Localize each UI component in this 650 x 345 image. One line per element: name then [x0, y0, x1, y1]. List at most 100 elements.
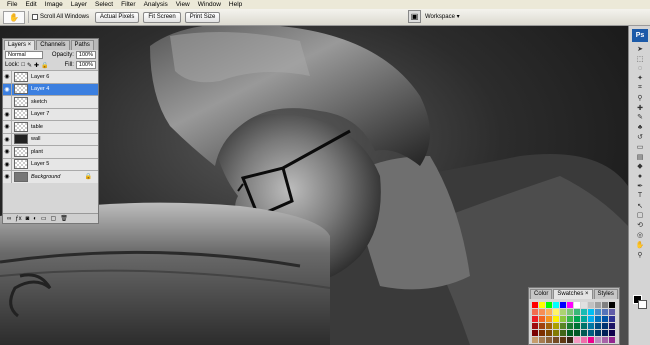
layer-row[interactable]: ◉ plant: [3, 145, 98, 158]
color-swatch[interactable]: [560, 316, 566, 322]
color-swatch[interactable]: [560, 309, 566, 315]
tab-swatches[interactable]: Swatches ×: [553, 289, 593, 299]
color-swatch[interactable]: [602, 302, 608, 308]
lock-transparency-icon[interactable]: □: [21, 62, 25, 68]
color-swatch[interactable]: [595, 323, 601, 329]
menu-file[interactable]: File: [3, 0, 21, 9]
3d-orbit-tool-icon[interactable]: ◎: [632, 230, 648, 240]
delete-layer-icon[interactable]: 🗑: [60, 215, 68, 222]
color-swatch[interactable]: [574, 330, 580, 336]
color-swatch[interactable]: [546, 323, 552, 329]
color-swatch[interactable]: [560, 323, 566, 329]
color-swatch[interactable]: [609, 316, 615, 322]
color-swatch[interactable]: [574, 323, 580, 329]
layer-row[interactable]: ◉ Background 🔒: [3, 170, 98, 183]
color-swatch[interactable]: [574, 337, 580, 343]
lock-image-icon[interactable]: ✎: [27, 62, 32, 69]
color-swatch[interactable]: [546, 330, 552, 336]
clone-stamp-tool-icon[interactable]: ♣: [632, 122, 648, 132]
color-swatch[interactable]: [588, 330, 594, 336]
visibility-off-slot[interactable]: [3, 96, 12, 108]
color-swatch[interactable]: [602, 323, 608, 329]
lock-all-icon[interactable]: 🔒: [41, 62, 48, 69]
move-tool-icon[interactable]: ➤: [632, 44, 648, 54]
color-swatch[interactable]: [588, 302, 594, 308]
color-swatch[interactable]: [609, 309, 615, 315]
workspace-menu[interactable]: Workspace ▾: [425, 13, 460, 20]
layer-row[interactable]: ◉ table: [3, 120, 98, 133]
color-swatch[interactable]: [595, 302, 601, 308]
color-swatch[interactable]: [553, 302, 559, 308]
history-brush-tool-icon[interactable]: ↺: [632, 132, 648, 142]
tab-color[interactable]: Color: [530, 289, 553, 299]
color-swatch[interactable]: [581, 309, 587, 315]
color-swatch[interactable]: [602, 309, 608, 315]
color-swatch[interactable]: [539, 323, 545, 329]
color-swatch[interactable]: [602, 330, 608, 336]
quick-select-tool-icon[interactable]: ✦: [632, 73, 648, 83]
color-swatch[interactable]: [574, 302, 580, 308]
color-swatch[interactable]: [602, 316, 608, 322]
layer-row[interactable]: ◉ Layer 7: [3, 107, 98, 120]
color-swatch[interactable]: [595, 330, 601, 336]
actual-pixels-button[interactable]: Actual Pixels: [95, 11, 140, 23]
hand-tool-icon[interactable]: ✋: [632, 240, 648, 250]
layer-row[interactable]: ◉ Layer 5: [3, 157, 98, 170]
color-swatch[interactable]: [581, 330, 587, 336]
color-swatch[interactable]: [553, 316, 559, 322]
eraser-tool-icon[interactable]: ▭: [632, 142, 648, 152]
color-swatch[interactable]: [532, 330, 538, 336]
color-swatch[interactable]: [609, 302, 615, 308]
zoom-tool-icon[interactable]: ⚲: [632, 250, 648, 260]
color-swatch[interactable]: [595, 309, 601, 315]
color-swatch[interactable]: [539, 337, 545, 343]
layer-row[interactable]: sketch: [3, 95, 98, 108]
layer-row[interactable]: ◉ Layer 6: [3, 70, 98, 83]
type-tool-icon[interactable]: T: [632, 191, 648, 201]
print-size-button[interactable]: Print Size: [184, 11, 221, 23]
color-swatch[interactable]: [532, 337, 538, 343]
color-swatch[interactable]: [546, 316, 552, 322]
color-swatch[interactable]: [546, 309, 552, 315]
healing-brush-tool-icon[interactable]: ✚: [632, 103, 648, 113]
pen-tool-icon[interactable]: ✒: [632, 181, 648, 191]
color-swatch[interactable]: [581, 323, 587, 329]
color-swatch[interactable]: [567, 309, 573, 315]
fill-field[interactable]: 100%: [75, 61, 96, 69]
layer-style-icon[interactable]: ƒx: [15, 216, 21, 222]
color-swatch[interactable]: [560, 337, 566, 343]
color-swatch[interactable]: [609, 323, 615, 329]
color-swatch[interactable]: [595, 316, 601, 322]
new-layer-icon[interactable]: ▢: [51, 215, 57, 222]
color-swatch[interactable]: [588, 323, 594, 329]
tab-channels[interactable]: Channels: [36, 40, 70, 50]
3d-rotate-tool-icon[interactable]: ⟲: [632, 220, 648, 230]
blur-tool-icon[interactable]: ◆: [632, 162, 648, 172]
tab-layers[interactable]: Layers ×: [4, 40, 36, 50]
color-swatch[interactable]: [553, 330, 559, 336]
color-swatch[interactable]: [567, 302, 573, 308]
workspace-icon[interactable]: ▣: [408, 10, 421, 23]
marquee-tool-icon[interactable]: ⬚: [632, 54, 648, 64]
tab-styles[interactable]: Styles: [593, 289, 618, 299]
visibility-eye-icon[interactable]: ◉: [3, 133, 12, 145]
brush-tool-icon[interactable]: ✎: [632, 113, 648, 123]
lock-position-icon[interactable]: ✚: [34, 62, 39, 69]
menu-window[interactable]: Window: [194, 0, 225, 9]
background-color-swatch[interactable]: [638, 300, 647, 309]
color-swatch[interactable]: [609, 337, 615, 343]
menu-layer[interactable]: Layer: [67, 0, 91, 9]
color-swatch[interactable]: [588, 316, 594, 322]
color-swatch[interactable]: [581, 337, 587, 343]
visibility-eye-icon[interactable]: ◉: [3, 171, 12, 183]
scroll-all-windows-option[interactable]: Scroll All Windows: [32, 14, 89, 20]
color-swatch[interactable]: [588, 337, 594, 343]
color-swatch[interactable]: [595, 337, 601, 343]
gradient-tool-icon[interactable]: ▤: [632, 152, 648, 162]
lasso-tool-icon[interactable]: ◌: [632, 64, 648, 74]
menu-view[interactable]: View: [172, 0, 194, 9]
layer-row[interactable]: ◉ Layer 4: [3, 82, 98, 95]
color-swatch[interactable]: [539, 316, 545, 322]
path-selection-tool-icon[interactable]: ↖: [632, 201, 648, 211]
menu-analysis[interactable]: Analysis: [140, 0, 172, 9]
